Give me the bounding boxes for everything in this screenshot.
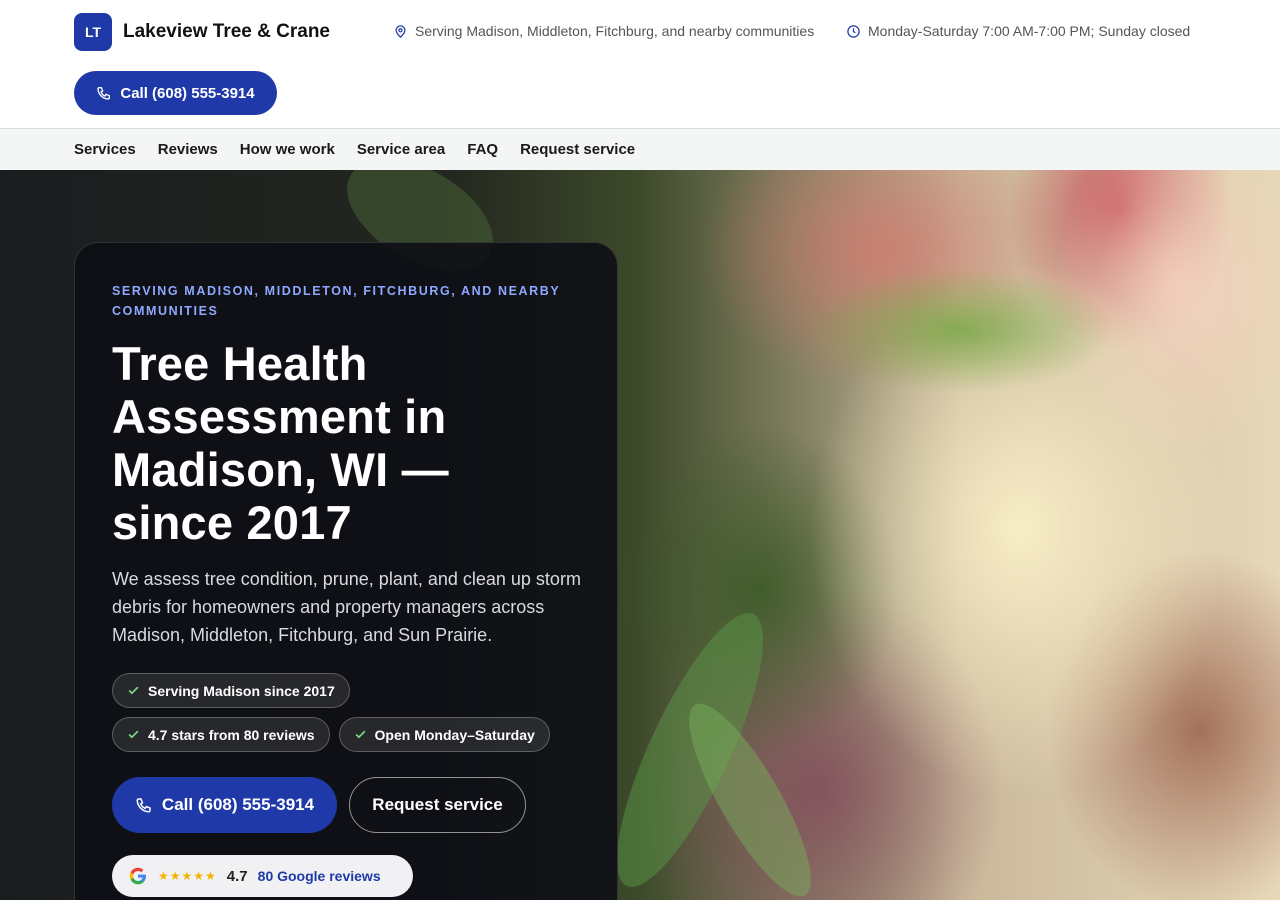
chip-open: Open Monday–Saturday (338, 717, 550, 752)
hero-request-service-button[interactable]: Request service (349, 777, 526, 833)
header-location-text: Serving Madison, Middleton, Fitchburg, a… (415, 23, 815, 39)
rating-reviews-link[interactable]: 80 Google reviews (258, 868, 381, 884)
phone-icon (97, 87, 111, 100)
nav-item-reviews[interactable]: Reviews (158, 141, 218, 158)
hero-ctas: Call (608) 555-3914 Request service (112, 777, 581, 833)
rating-stars: ★★★★★ (158, 869, 217, 883)
hero-call-button[interactable]: Call (608) 555-3914 (112, 777, 337, 833)
hero-eyebrow: Serving Madison, Middleton, Fitchburg, a… (112, 284, 561, 318)
phone-icon (136, 798, 151, 813)
main-nav: Services Reviews How we work Service are… (0, 128, 1280, 170)
hero-trust-chips: Serving Madison since 2017 4.7 stars fro… (112, 673, 582, 761)
chip-rating-label: 4.7 stars from 80 reviews (148, 726, 315, 743)
brand[interactable]: LT Lakeview Tree & Crane (74, 13, 330, 51)
nav-item-how-we-work[interactable]: How we work (240, 141, 335, 158)
rating-score: 4.7 (226, 867, 248, 885)
google-g-icon (129, 867, 146, 885)
header-hours: Monday-Saturday 7:00 AM-7:00 PM; Sunday … (846, 23, 1190, 39)
check-icon (128, 730, 139, 739)
nav-item-request-service[interactable]: Request service (520, 141, 635, 158)
clock-icon (847, 24, 860, 38)
hero-card: Serving Madison, Middleton, Fitchburg, a… (74, 242, 618, 900)
nav-item-services[interactable]: Services (74, 141, 136, 158)
hero-section: Serving Madison, Middleton, Fitchburg, a… (0, 170, 1280, 900)
chip-since: Serving Madison since 2017 (112, 673, 350, 708)
chip-open-label: Open Monday–Saturday (374, 726, 535, 743)
brand-name: Lakeview Tree & Crane (123, 21, 330, 42)
hero-headline: Tree Health Assessment in Madison, WI — … (112, 337, 449, 549)
chip-since-label: Serving Madison since 2017 (148, 682, 335, 699)
nav-item-service-area[interactable]: Service area (357, 141, 445, 158)
site-header: LT Lakeview Tree & Crane Serving Madison… (0, 0, 1280, 128)
header-hours-text: Monday-Saturday 7:00 AM-7:00 PM; Sunday … (868, 23, 1191, 39)
hero-lead: We assess tree condition, prune, plant, … (112, 569, 581, 645)
google-rating-badge[interactable]: ★★★★★ 4.7 80 Google reviews (112, 855, 413, 897)
header-call-label: Call (608) 555-3914 (120, 84, 255, 102)
chip-rating: 4.7 stars from 80 reviews (112, 717, 330, 752)
brand-logo: LT (74, 13, 112, 51)
header-location: Serving Madison, Middleton, Fitchburg, a… (393, 23, 814, 39)
hero-call-label: Call (608) 555-3914 (161, 795, 315, 814)
map-pin-icon (395, 24, 406, 38)
nav-item-faq[interactable]: FAQ (467, 141, 498, 158)
check-icon (355, 730, 365, 739)
header-call-button[interactable]: Call (608) 555-3914 (74, 71, 277, 115)
check-icon (128, 686, 139, 695)
